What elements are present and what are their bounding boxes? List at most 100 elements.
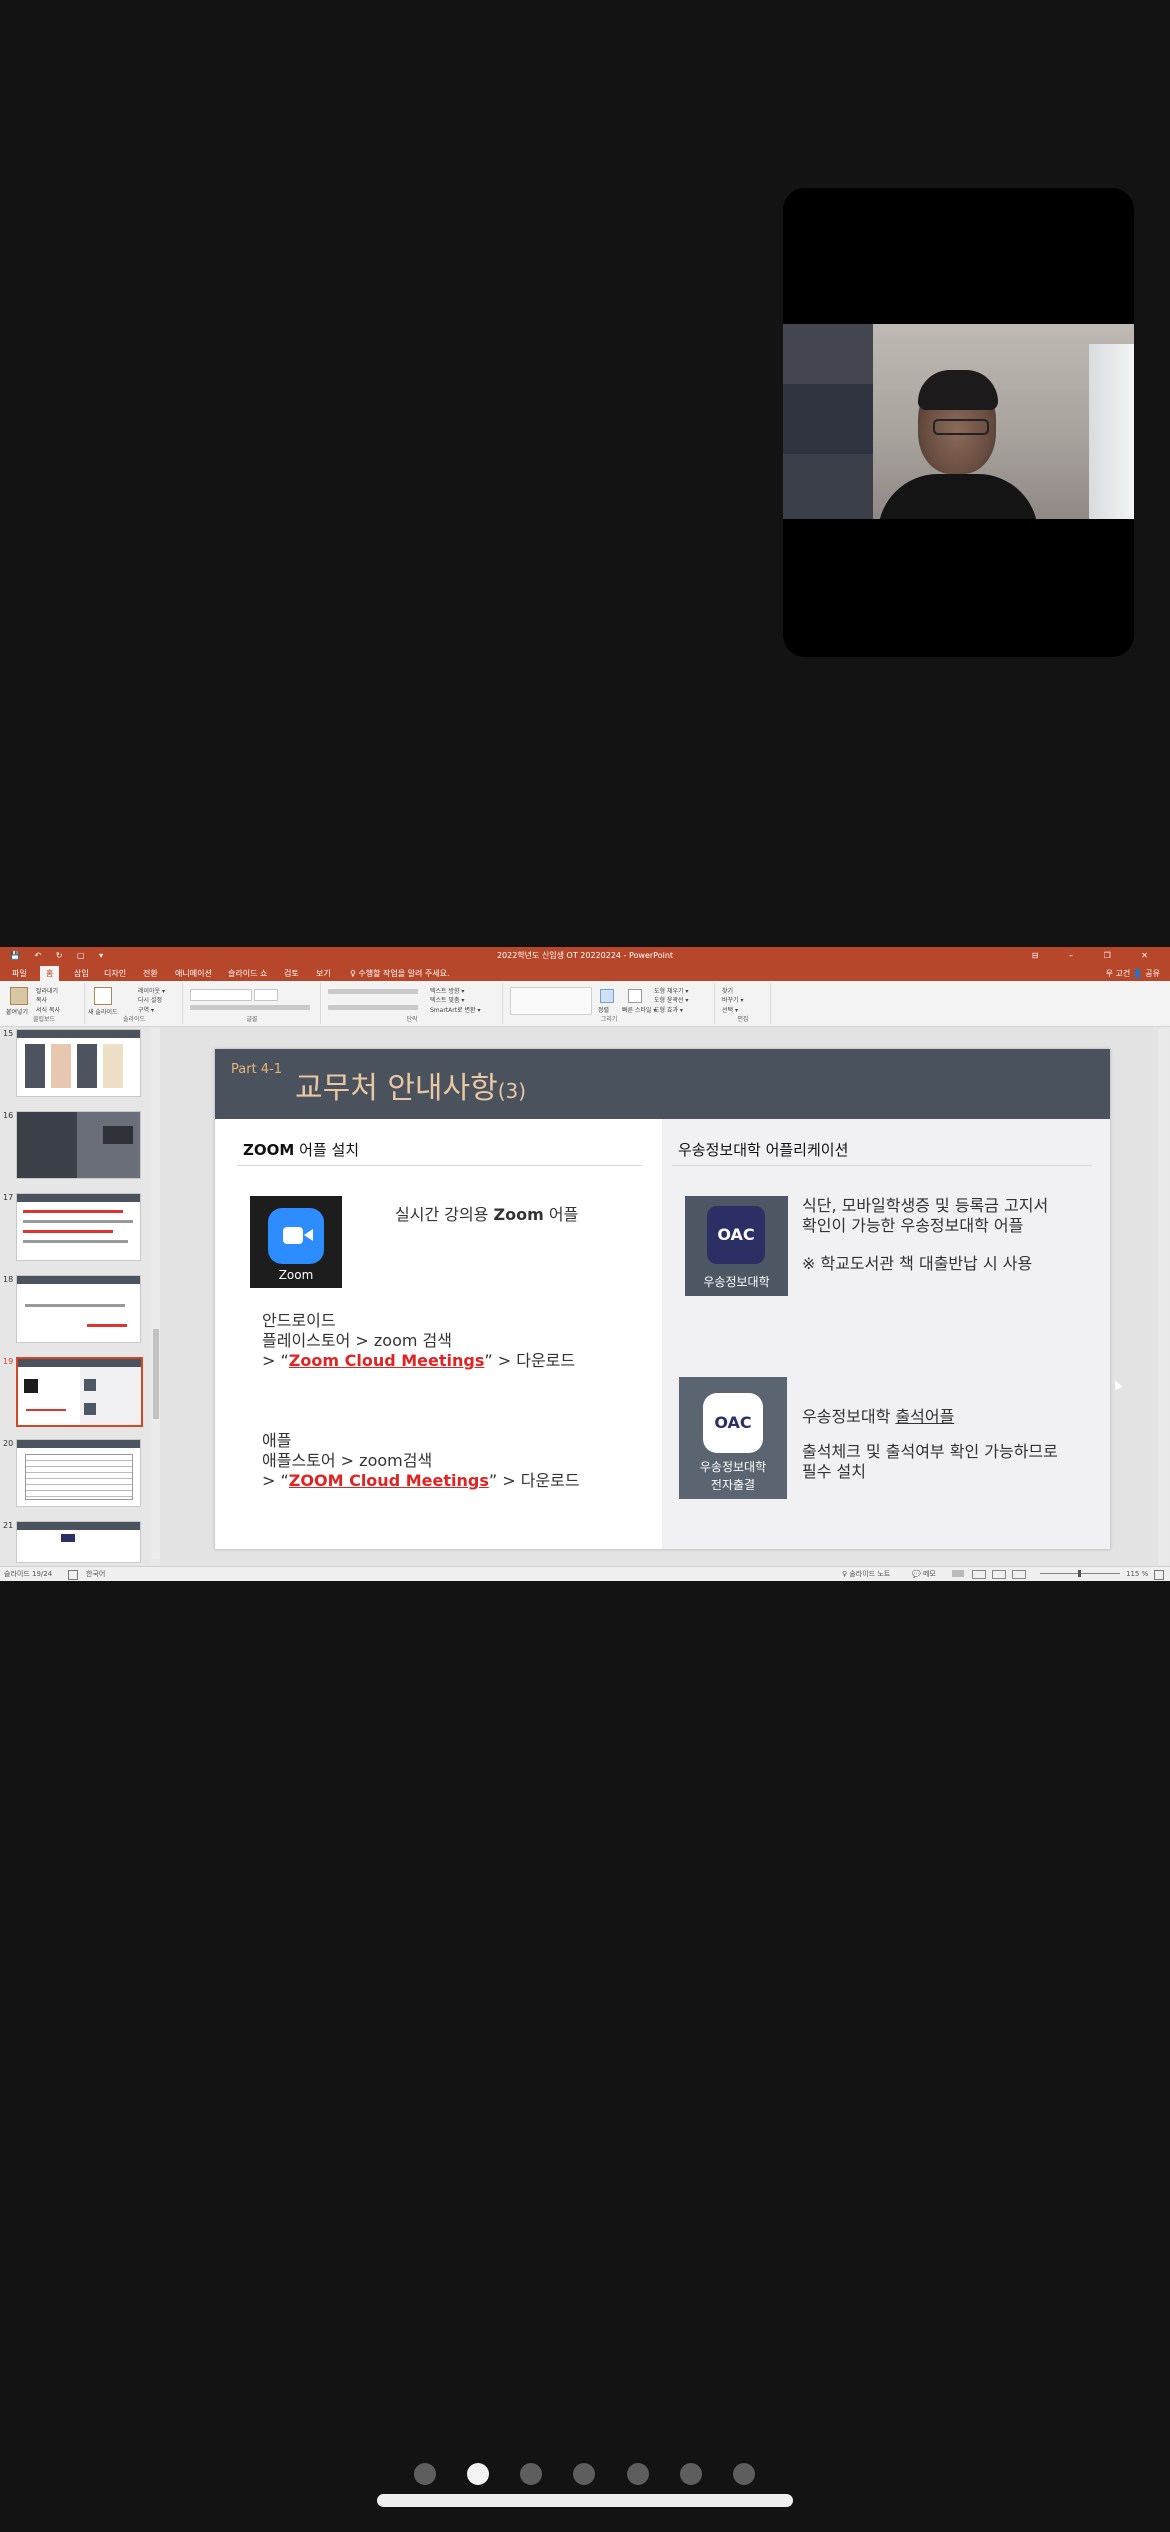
align-buttons[interactable] xyxy=(328,1005,418,1010)
slide-thumbnail[interactable] xyxy=(16,1521,141,1563)
zoom-level[interactable]: 115 % xyxy=(1126,1567,1148,1581)
slide-thumbnail[interactable] xyxy=(16,1275,141,1343)
font-size-select[interactable] xyxy=(254,989,278,1001)
zoom-logo xyxy=(268,1208,324,1264)
shape-outline-button[interactable]: 도형 윤곽선 ▾ xyxy=(654,995,688,1004)
person-body xyxy=(878,474,1038,519)
wsi-app-icon: OAC 우송정보대학 xyxy=(685,1196,788,1296)
android-title: 안드로이드 xyxy=(262,1311,336,1330)
tab-insert[interactable]: 삽입 xyxy=(74,968,89,979)
arrange-button[interactable]: 정렬 xyxy=(598,1005,609,1014)
apple-app-link[interactable]: ZOOM Cloud Meetings xyxy=(289,1471,489,1490)
reset-button[interactable]: 다시 설정 xyxy=(138,995,162,1004)
reading-view-icon[interactable] xyxy=(992,1570,1006,1579)
android-app-link[interactable]: Zoom Cloud Meetings xyxy=(289,1351,485,1370)
paste-icon[interactable] xyxy=(10,987,28,1005)
zoom-desc-bold: Zoom xyxy=(493,1205,544,1224)
slide-thumbnail[interactable] xyxy=(16,1439,141,1507)
slide-thumbnail-selected[interactable] xyxy=(16,1357,143,1427)
slide-thumbnail[interactable] xyxy=(16,1029,141,1097)
wsi-logo: OAC xyxy=(707,1206,765,1264)
slideshow-view-icon[interactable] xyxy=(1012,1570,1026,1579)
tab-review[interactable]: 검토 xyxy=(284,968,299,979)
group-slides: 새 슬라이드 레이아웃 ▾ 다시 설정 구역 ▾ 슬라이드 xyxy=(86,983,183,1024)
current-slide[interactable]: Part 4-1 교무처 안내사항(3) ZOOM 어플 설치 Zoom 실시간… xyxy=(215,1049,1110,1549)
zoom-slider-thumb[interactable] xyxy=(1078,1570,1081,1577)
share-user[interactable]: 우 고건 👤 공유 xyxy=(1106,968,1160,979)
find-button[interactable]: 찾기 xyxy=(722,986,733,995)
quick-styles-icon[interactable] xyxy=(628,989,642,1003)
format-painter-button[interactable]: 서식 복사 xyxy=(36,1005,60,1014)
notes-button[interactable]: ♀ 슬라이드 노트 xyxy=(842,1567,890,1581)
page-dot[interactable] xyxy=(414,2463,436,2485)
thumbnail-card xyxy=(25,1044,45,1088)
copy-button[interactable]: 복사 xyxy=(36,995,47,1004)
page-dot[interactable] xyxy=(733,2463,755,2485)
status-bar: 슬라이드 19/24 한국어 ♀ 슬라이드 노트 💬 메모 115 % xyxy=(0,1566,1170,1581)
window-controls[interactable]: ⊟ – ❐ ✕ xyxy=(1032,947,1162,965)
select-button[interactable]: 선택 ▾ xyxy=(722,1005,738,1014)
section-button[interactable]: 구역 ▾ xyxy=(138,1005,154,1014)
quote-close: ” > 다운로드 xyxy=(488,1471,580,1490)
tab-file[interactable]: 파일 xyxy=(12,968,27,979)
replace-button[interactable]: 바꾸기 ▾ xyxy=(722,995,743,1004)
attendance-caption-line1: 우송정보대학 xyxy=(699,1460,767,1474)
page-dot[interactable] xyxy=(520,2463,542,2485)
tab-design[interactable]: 디자인 xyxy=(104,968,126,979)
language-indicator[interactable]: 한국어 xyxy=(86,1567,105,1581)
tab-home[interactable]: 홈 xyxy=(40,966,60,981)
app-section-heading: 우송정보대학 어플리케이션 xyxy=(678,1141,849,1159)
page-dot[interactable] xyxy=(627,2463,649,2485)
participant-video-feed xyxy=(783,324,1134,519)
smartart-button[interactable]: SmartArt로 변환 ▾ xyxy=(430,1005,480,1014)
page-dot[interactable] xyxy=(680,2463,702,2485)
participant-video-tile[interactable] xyxy=(783,188,1134,657)
slide-title: 교무처 안내사항(3) xyxy=(295,1063,526,1107)
page-dot[interactable] xyxy=(573,2463,595,2485)
thumbnail-scrollbar[interactable] xyxy=(152,1029,160,1559)
tab-view[interactable]: 보기 xyxy=(316,968,331,979)
thumbnail-zoom-tile xyxy=(24,1379,38,1393)
slide-part-label: Part 4-1 xyxy=(231,1062,283,1077)
list-buttons[interactable] xyxy=(328,989,418,994)
arrange-icon[interactable] xyxy=(600,989,614,1003)
new-slide-icon[interactable] xyxy=(94,987,112,1005)
normal-view-icon[interactable] xyxy=(952,1570,964,1577)
scrollbar-thumb[interactable] xyxy=(153,1329,159,1419)
home-indicator[interactable] xyxy=(377,2494,793,2507)
thumbnail-header xyxy=(18,1359,141,1367)
tab-animations[interactable]: 애니메이션 xyxy=(175,968,212,979)
font-format-buttons[interactable] xyxy=(190,1005,310,1010)
attendance-app-link[interactable]: 출석어플 xyxy=(895,1407,954,1426)
shape-fill-button[interactable]: 도형 채우기 ▾ xyxy=(654,986,688,995)
font-family-select[interactable] xyxy=(190,989,252,1001)
quote-open: > “ xyxy=(262,1351,289,1370)
zoom-heading-bold: ZOOM xyxy=(243,1141,295,1159)
thumbnail-number: 19 xyxy=(3,1357,14,1366)
tell-me-search[interactable]: ♀ 수행할 작업을 알려 주세요. xyxy=(350,968,450,979)
spellcheck-icon[interactable] xyxy=(68,1570,78,1580)
page-dot-active[interactable] xyxy=(467,2463,489,2485)
quick-styles-button[interactable]: 빠른 스타일 ▾ xyxy=(622,1005,656,1014)
wsi-app-note: ※ 학교도서관 책 대출반납 시 사용 xyxy=(802,1254,1033,1273)
slide-thumbnail[interactable] xyxy=(16,1193,141,1261)
quote-open: > “ xyxy=(262,1471,289,1490)
right-panel: 우송정보대학 어플리케이션 OAC 우송정보대학 식단, 모바일학생증 및 등록… xyxy=(662,1119,1110,1549)
slide-scrollbar[interactable] xyxy=(1158,1029,1168,1565)
tab-transitions[interactable]: 전환 xyxy=(143,968,158,979)
shape-effects-button[interactable]: 도형 효과 ▾ xyxy=(654,1005,683,1014)
align-text-button[interactable]: 텍스트 맞춤 ▾ xyxy=(430,995,464,1004)
divider xyxy=(237,1165,642,1166)
attendance-app-title: 우송정보대학 출석어플 xyxy=(802,1407,954,1427)
fit-to-window-icon[interactable] xyxy=(1154,1570,1164,1580)
slide-sorter-icon[interactable] xyxy=(972,1570,986,1579)
zoom-heading-rest: 어플 설치 xyxy=(294,1141,360,1159)
tab-slideshow[interactable]: 슬라이드 쇼 xyxy=(228,968,267,979)
comments-button[interactable]: 💬 메모 xyxy=(912,1567,936,1581)
layout-button[interactable]: 레이아웃 ▾ xyxy=(138,986,165,995)
thumbnail-text xyxy=(23,1230,113,1233)
cut-button[interactable]: 잘라내기 xyxy=(36,986,58,995)
shapes-gallery[interactable] xyxy=(510,987,592,1015)
slide-thumbnail[interactable] xyxy=(16,1111,141,1179)
text-direction-button[interactable]: 텍스트 방향 ▾ xyxy=(430,986,464,995)
